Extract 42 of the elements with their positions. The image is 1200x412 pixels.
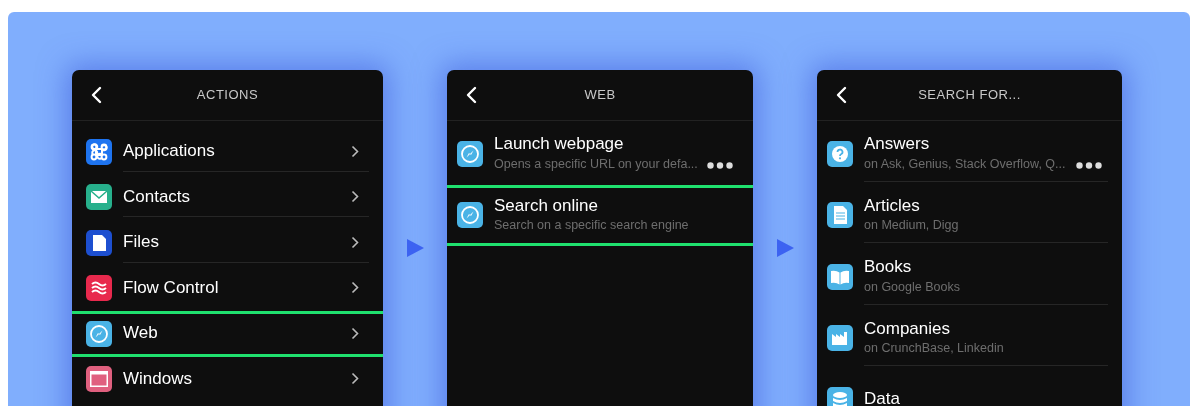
item-title: Answers [864, 134, 931, 154]
more-icon[interactable] [1076, 161, 1102, 169]
back-icon[interactable] [465, 86, 477, 104]
item-title: Applications [123, 141, 215, 161]
list-item[interactable]: Flow Control [72, 265, 383, 311]
item-title: Search online [494, 195, 599, 216]
item-title: Flow Control [123, 277, 219, 298]
item-subtitle: Opens a specific URL on your defa... [494, 155, 698, 173]
list-item[interactable]: Data [817, 369, 1122, 406]
list-item[interactable]: Windows [72, 356, 383, 402]
screen-title: ACTIONS [196, 86, 259, 105]
list-item[interactable]: Answers on Ask, Genius, Stack Overflow, Q... [817, 123, 1122, 185]
item-title: Data [864, 389, 900, 406]
list-item[interactable]: Articles on Medium, Digg [817, 184, 1122, 246]
item-title: Windows [123, 368, 192, 389]
back-icon[interactable] [90, 86, 102, 104]
arrow-icon [405, 238, 425, 258]
item-title: Web [123, 323, 158, 343]
back-icon[interactable] [835, 86, 847, 104]
item-title: Files [123, 232, 159, 252]
item-title: Launch webpage [494, 134, 625, 154]
arrow-icon [775, 238, 795, 258]
item-subtitle: on Ask, Genius, Stack Overflow, Q... [864, 155, 1066, 173]
more-icon[interactable] [707, 161, 733, 169]
item-title: Companies [864, 318, 951, 339]
item-title: Contacts [123, 186, 191, 207]
item-subtitle: on Google Books [864, 278, 960, 296]
item-subtitle: on CrunchBase, Linkedin [864, 340, 1004, 357]
list-item[interactable]: Companies on CrunchBase, Linkedin [817, 307, 1122, 369]
screen-title: WEB [584, 86, 616, 105]
item-subtitle: on Medium, Digg [864, 217, 959, 234]
item-title: Books [864, 257, 913, 277]
list-item[interactable]: Books on Google Books [817, 246, 1122, 308]
list-item[interactable]: Web [72, 311, 383, 357]
list-item[interactable]: Search online Search on a specific search engine [447, 184, 753, 246]
screen-title: SEARCH FOR... [918, 86, 1021, 105]
list-item[interactable]: Launch webpage Opens a specific URL on your defa... [447, 123, 753, 185]
list-item[interactable]: Applications [72, 129, 383, 175]
item-subtitle: Search on a specific search engine [494, 217, 689, 234]
list-item[interactable]: Contacts [72, 174, 383, 220]
item-title: Articles [864, 195, 921, 216]
list-item[interactable]: Files [72, 220, 383, 266]
